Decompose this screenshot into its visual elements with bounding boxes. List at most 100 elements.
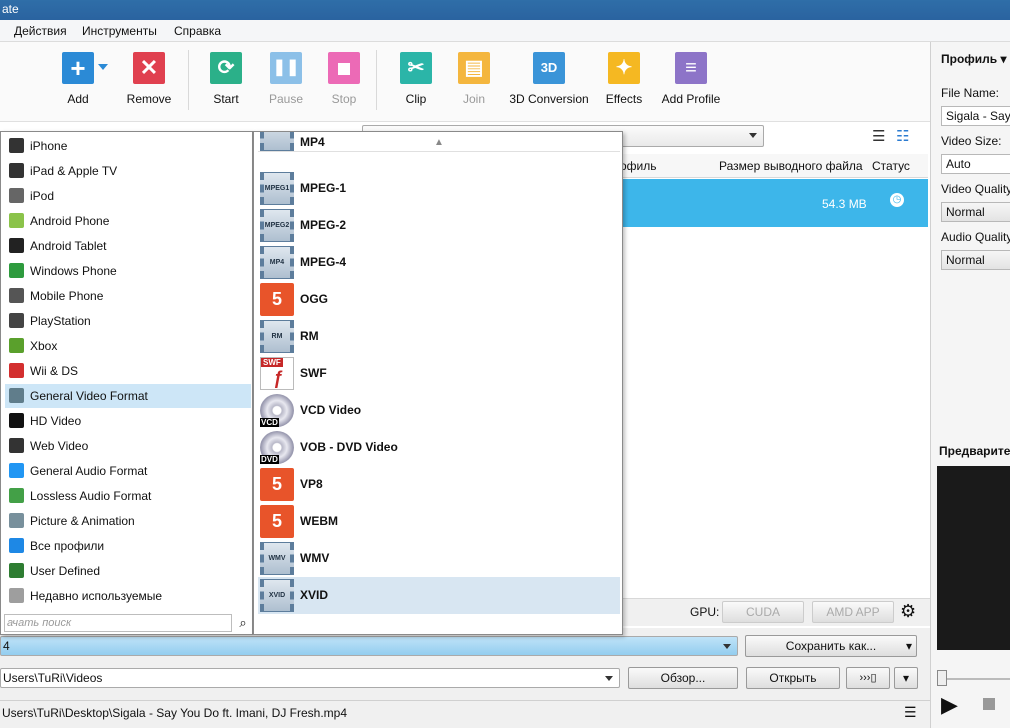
chevron-down-icon[interactable]: ▾: [894, 667, 918, 689]
category-label: Mobile Phone: [30, 289, 104, 303]
category-item[interactable]: iPod: [5, 184, 251, 208]
add-button[interactable]: + Add: [58, 52, 98, 106]
category-item[interactable]: General Audio Format: [5, 459, 251, 483]
category-item[interactable]: Android Tablet: [5, 234, 251, 258]
video-size-field[interactable]: Auto: [941, 154, 1010, 174]
film-icon: RM: [260, 320, 294, 353]
amd-app-button[interactable]: AMD APP: [812, 601, 894, 623]
play-arrow-icon: [9, 538, 24, 553]
clock-icon: ◷: [890, 193, 904, 207]
play-icon[interactable]: ▶: [941, 692, 958, 718]
category-item[interactable]: Android Phone: [5, 209, 251, 233]
category-item[interactable]: iPad & Apple TV: [5, 159, 251, 183]
format-item[interactable]: MP4 MPEG-4: [258, 244, 620, 281]
category-item[interactable]: Web Video: [5, 434, 251, 458]
stop-button[interactable]: Stop: [324, 52, 364, 106]
format-label: MPEG-4: [300, 255, 347, 269]
open-button[interactable]: Открыть: [746, 667, 840, 689]
category-item[interactable]: User Defined: [5, 559, 251, 583]
join-icon: ▤: [458, 52, 490, 84]
category-item[interactable]: General Video Format: [5, 384, 251, 408]
category-label: Xbox: [30, 339, 58, 353]
toolbar-divider: [376, 50, 377, 110]
format-label: OGG: [300, 292, 329, 306]
profile-select[interactable]: 4: [0, 636, 738, 656]
ipod-icon: [9, 188, 24, 203]
category-item[interactable]: Lossless Audio Format: [5, 484, 251, 508]
preview-label: Предварите: [939, 444, 1010, 458]
swf-icon: SWF ƒ: [260, 357, 294, 390]
seek-track[interactable]: [937, 678, 1010, 680]
add-profile-button[interactable]: ≡ Add Profile: [658, 52, 724, 106]
remove-button[interactable]: ✕ Remove: [124, 52, 174, 106]
output-path-combo[interactable]: Users\TuRi\Videos: [0, 668, 620, 688]
tablet-icon: [9, 163, 24, 178]
col-status-header[interactable]: Статус: [872, 159, 910, 173]
format-item[interactable]: VCD VCD Video: [258, 392, 620, 429]
cuda-button[interactable]: CUDA: [722, 601, 804, 623]
menu-actions[interactable]: Действия: [14, 24, 67, 38]
video-quality-select[interactable]: Normal: [941, 202, 1010, 222]
list-view-icon[interactable]: ☰: [872, 127, 885, 145]
video-quality-label: Video Quality: [941, 182, 1010, 196]
category-item[interactable]: Xbox: [5, 334, 251, 358]
3d-icon: 3D: [533, 52, 565, 84]
format-item[interactable]: DVD VOB - DVD Video: [258, 429, 620, 466]
format-item[interactable]: MPEG2 MPEG-2: [258, 207, 620, 244]
category-item[interactable]: Недавно используемые: [5, 584, 251, 608]
format-item[interactable]: 5 WEBM: [258, 503, 620, 540]
format-item[interactable]: MPEG1 MPEG-1: [258, 170, 620, 207]
output-size-cell: 54.3 MB: [822, 197, 867, 211]
chevron-down-icon: [723, 644, 731, 649]
audio-quality-select[interactable]: Normal: [941, 250, 1010, 270]
category-item[interactable]: Wii & DS: [5, 359, 251, 383]
category-item[interactable]: PlayStation: [5, 309, 251, 333]
join-button[interactable]: ▤ Join: [454, 52, 494, 106]
category-label: Android Phone: [30, 214, 110, 228]
cuda-label: CUDA: [745, 605, 780, 619]
start-button[interactable]: ⟳ Start: [206, 52, 246, 106]
category-item[interactable]: Windows Phone: [5, 259, 251, 283]
after-convert-icon[interactable]: ›››▯: [846, 667, 890, 689]
menu-tools[interactable]: Инструменты: [82, 24, 157, 38]
output-path-value: Users\TuRi\Videos: [3, 671, 103, 685]
clip-label: Clip: [405, 92, 427, 106]
detail-view-icon[interactable]: ☷: [896, 127, 909, 145]
gear-icon[interactable]: ⚙: [900, 601, 916, 622]
pause-button[interactable]: ❚❚ Pause: [266, 52, 306, 106]
disc-badge: VCD: [260, 418, 279, 427]
format-item[interactable]: WMV WMV: [258, 540, 620, 577]
search-input[interactable]: ачать поиск: [4, 614, 232, 632]
save-as-button[interactable]: Сохранить как... ▾: [745, 635, 917, 657]
3d-conversion-button[interactable]: 3D 3D Conversion: [506, 52, 592, 106]
format-item[interactable]: RM RM: [258, 318, 620, 355]
format-item-partial[interactable]: MP4: [258, 132, 620, 153]
menu-help[interactable]: Справка: [174, 24, 221, 38]
profile-header[interactable]: Профиль ▾: [941, 52, 1007, 66]
browse-button[interactable]: Обзор...: [628, 667, 738, 689]
format-item[interactable]: SWF ƒ SWF: [258, 355, 620, 392]
category-label: Android Tablet: [30, 239, 107, 253]
log-icon[interactable]: ☰: [904, 704, 917, 721]
file-name-field[interactable]: Sigala - Say Y: [941, 106, 1010, 126]
add-dropdown-arrow-icon[interactable]: [98, 64, 108, 70]
format-item[interactable]: 5 OGG: [258, 281, 620, 318]
category-label: Wii & DS: [30, 364, 78, 378]
format-item[interactable]: XVID XVID: [258, 577, 620, 614]
stop-icon[interactable]: [983, 698, 995, 710]
category-item[interactable]: Mobile Phone: [5, 284, 251, 308]
remove-label: Remove: [126, 92, 172, 106]
table-row[interactable]: 54.3 MB ◷: [600, 179, 928, 227]
category-item[interactable]: Все профили: [5, 534, 251, 558]
col-output-size-header[interactable]: Размер выводного файла: [719, 159, 863, 173]
format-item[interactable]: 5 VP8: [258, 466, 620, 503]
effects-button[interactable]: ✦ Effects: [604, 52, 644, 106]
category-item[interactable]: Picture & Animation: [5, 509, 251, 533]
col-profile-header[interactable]: офиль: [620, 159, 657, 173]
clip-button[interactable]: ✂ Clip: [396, 52, 436, 106]
seek-slider-handle[interactable]: [937, 670, 947, 686]
search-icon[interactable]: ⌕: [234, 614, 252, 632]
category-item[interactable]: iPhone: [5, 134, 251, 158]
category-item[interactable]: HD Video: [5, 409, 251, 433]
music-note-green-icon: [9, 488, 24, 503]
